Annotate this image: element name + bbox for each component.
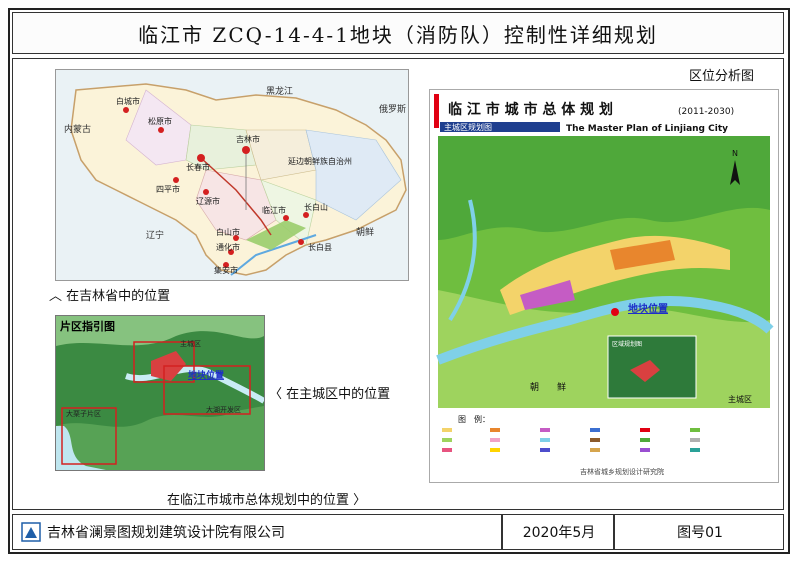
city-dot-linjiang (283, 215, 289, 221)
city-dot-changbaishan (303, 212, 309, 218)
label-liaoning: 辽宁 (146, 229, 164, 241)
city-dot-changchun (197, 154, 205, 162)
label-linjiang: 临江市 (262, 205, 286, 215)
label-yanbian: 延边朝鲜族自治州 (288, 156, 352, 166)
plan-years: (2011-2030) (678, 107, 734, 117)
province-caption: 在吉林省中的位置 (66, 289, 171, 304)
company-logo-icon (21, 522, 41, 542)
company-name: 吉林省澜景图规划建筑设计院有限公司 (47, 525, 285, 541)
province-map-graphic: 黑龙江 内蒙古 辽宁 俄罗斯 朝鲜 白城市 松原市 长春市 吉林市 四平市 辽源… (64, 83, 407, 276)
district-header: 片区指引图 (60, 319, 115, 333)
district-label-dahu: 大湖开发区 (206, 405, 241, 414)
label-baicheng: 白城市 (116, 96, 140, 106)
label-baishan: 白山市 (216, 227, 240, 237)
city-dot-siping (173, 177, 179, 183)
master-plan-map: 临 江 市 城 市 总 体 规 划 (2011-2030) 主城区规划图 The… (429, 89, 779, 483)
header-accent-bar (434, 94, 439, 128)
svg-text:N: N (732, 149, 738, 158)
plan-site-label: 地块位置 (628, 302, 668, 315)
city-dot-jilin (242, 146, 250, 154)
label-siping: 四平市 (156, 184, 180, 194)
province-map: 黑龙江 内蒙古 辽宁 俄罗斯 朝鲜 白城市 松原市 长春市 吉林市 四平市 辽源… (55, 69, 409, 281)
drawing-number: 图号01 (677, 525, 723, 541)
plan-institute: 吉林省城乡规划设计研究院 (580, 467, 664, 476)
district-map-graphic: 片区指引图 主城区 地块位置 大栗子片区 大湖开发区 (56, 316, 264, 470)
label-korea: 朝鲜 (356, 226, 374, 238)
footer-date: 2020年5月 (522, 525, 596, 541)
section-label: 区位分析图 (689, 69, 755, 84)
label-changbai: 长白县 (308, 242, 332, 252)
caret-up-icon: ︿ (49, 289, 63, 304)
plan-korea-label: 朝 鲜 (530, 381, 566, 393)
district-label-site: 地块位置 (188, 369, 224, 381)
footer-divider (501, 515, 503, 549)
caret-right-icon: 〉 (353, 493, 367, 508)
label-changbaishan: 长白山 (304, 202, 328, 212)
caret-left-icon: 〈 (269, 387, 283, 402)
footer-divider-2 (613, 515, 615, 549)
district-map: 片区指引图 主城区 地块位置 大栗子片区 大湖开发区 (55, 315, 265, 471)
label-jilin: 吉林市 (236, 134, 260, 144)
master-caption-row: 在临江市城市总体规划中的位置 〉 (167, 489, 366, 508)
label-songyuan: 松原市 (148, 116, 172, 126)
label-russia: 俄罗斯 (379, 103, 406, 115)
plan-main-label: 主城区 (728, 394, 752, 404)
city-dot-baicheng (123, 107, 129, 113)
label-neimenggu: 内蒙古 (64, 123, 91, 135)
city-dot-liaoyuan (203, 189, 209, 195)
master-plan-graphic: 临 江 市 城 市 总 体 规 划 (2011-2030) 主城区规划图 The… (430, 90, 778, 476)
plan-subtitle-cn: 主城区规划图 (444, 122, 492, 132)
label-jian: 集安市 (214, 265, 238, 275)
plan-title-en: The Master Plan of Linjiang City (566, 124, 728, 134)
footer: 吉林省澜景图规划建筑设计院有限公司 2020年5月 图号01 (12, 514, 784, 550)
plan-inset-label: 区域规划图 (612, 340, 642, 348)
label-changchun: 长春市 (186, 162, 210, 172)
label-liaoyuan: 辽源市 (196, 196, 220, 206)
province-caption-row: ︿ 在吉林省中的位置 (49, 285, 170, 304)
main-content: 区位分析图 黑龙江 内蒙古 辽宁 俄罗斯 朝鲜 白城市 松原市 长春市 吉林市 … (12, 58, 784, 510)
drawing-title: 临江市 ZCQ-14-4-1地块（消防队）控制性详细规划 (138, 22, 658, 47)
master-caption: 在临江市城市总体规划中的位置 (167, 493, 350, 508)
label-tonghua: 通化市 (216, 242, 240, 252)
plan-site-marker (611, 308, 619, 316)
company-cell: 吉林省澜景图规划建筑设计院有限公司 (21, 515, 285, 549)
title-block: 临江市 ZCQ-14-4-1地块（消防队）控制性详细规划 (12, 12, 784, 54)
label-heilongjiang: 黑龙江 (266, 85, 293, 97)
plan-legend-title: 图 例： (458, 414, 490, 424)
district-label-dalizi: 大栗子片区 (66, 409, 101, 418)
district-label-main: 主城区 (180, 339, 201, 348)
district-caption: 在主城区中的位置 (286, 387, 391, 402)
city-dot-changbai (298, 239, 304, 245)
district-caption-row: 〈 在主城区中的位置 (269, 383, 390, 402)
plan-title-cn: 临 江 市 城 市 总 体 规 划 (448, 101, 613, 118)
city-dot-songyuan (158, 127, 164, 133)
